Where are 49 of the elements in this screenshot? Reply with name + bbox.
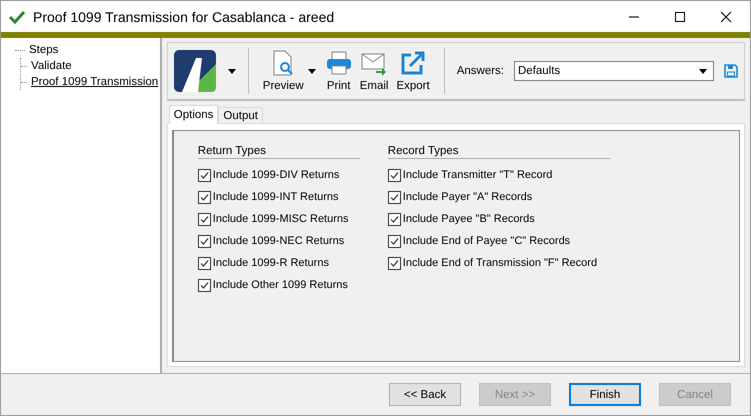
save-icon[interactable] [724, 64, 738, 78]
wizard-button[interactable]: Finish [569, 383, 641, 406]
tree-item[interactable]: Steps [29, 44, 58, 56]
tab[interactable]: Output [218, 107, 263, 123]
checkbox-label: Include Payer "A" Records [402, 191, 532, 203]
checkbox-label: Include 1099-R Returns [212, 257, 329, 269]
checkmark-icon [9, 10, 25, 24]
printer-icon [326, 50, 352, 76]
checkbox[interactable] [388, 168, 401, 182]
toolbar-button[interactable]: Print [324, 50, 354, 92]
tab[interactable]: Options [168, 105, 218, 124]
checkbox[interactable] [388, 212, 401, 226]
tree-item[interactable]: Validate [31, 60, 72, 72]
checkbox-label: Include 1099-INT Returns [212, 191, 339, 203]
checkbox-label: Include Other 1099 Returns [212, 279, 348, 291]
tree-item[interactable]: Proof 1099 Transmission [31, 76, 158, 88]
checkbox[interactable] [388, 190, 401, 204]
wizard-button[interactable]: << Back [389, 383, 461, 406]
caret-icon[interactable] [308, 68, 316, 74]
group-heading: Return Types [198, 145, 360, 159]
checkbox[interactable] [198, 168, 211, 182]
toolbar-button[interactable]: Export [394, 50, 432, 92]
caret-icon[interactable] [228, 68, 236, 74]
checkbox[interactable] [198, 256, 211, 270]
checkbox-label: Include End of Payee "C" Records [402, 235, 570, 247]
toolbar-button[interactable]: Email [358, 50, 390, 92]
checkbox-label: Include 1099-NEC Returns [212, 235, 344, 247]
checkbox-label: Include End of Transmission "F" Record [402, 257, 598, 269]
logo-icon [174, 50, 216, 92]
checkbox[interactable] [388, 256, 401, 270]
checkbox[interactable] [198, 234, 211, 248]
answers-dropdown[interactable]: Defaults [514, 61, 714, 81]
document-search-icon [271, 50, 296, 76]
maximize-icon[interactable] [674, 10, 686, 22]
export-icon [400, 50, 426, 76]
answers-label: Answers: [456, 65, 504, 77]
checkbox[interactable] [198, 212, 211, 226]
caret-icon [699, 68, 707, 74]
checkbox-label: Include Payee "B" Records [402, 213, 535, 225]
checkbox-label: Include 1099-MISC Returns [212, 213, 349, 225]
checkbox[interactable] [198, 278, 211, 292]
close-icon[interactable] [720, 10, 732, 22]
window-title: Proof 1099 Transmission for Casablanca - areed [33, 8, 336, 24]
checkbox[interactable] [388, 234, 401, 248]
checkbox-label: Include 1099-DIV Returns [212, 169, 340, 181]
toolbar-button[interactable]: Preview [260, 50, 306, 92]
group-heading: Record Types [388, 145, 610, 159]
checkbox-label: Include Transmitter "T" Record [402, 169, 552, 181]
checkbox[interactable] [198, 190, 211, 204]
